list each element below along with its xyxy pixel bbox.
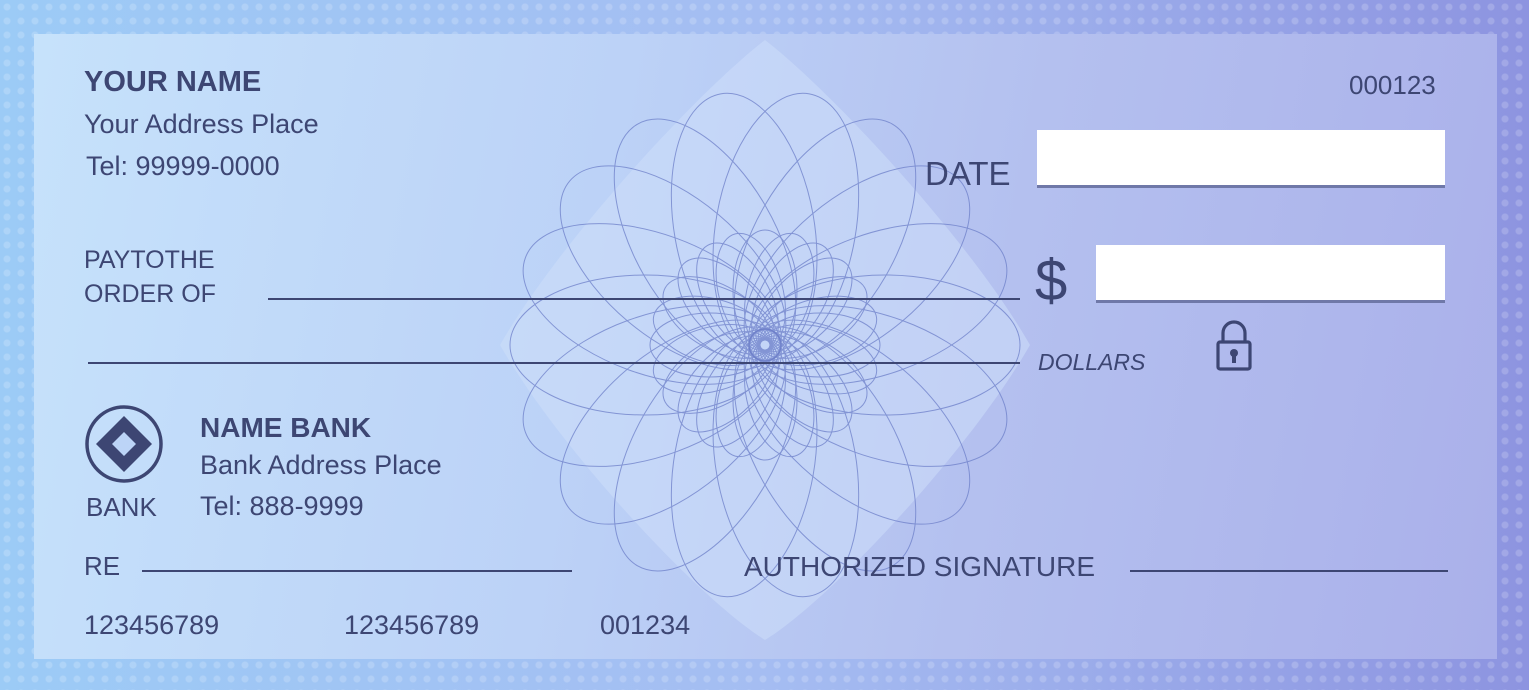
signature-line[interactable] [1130, 570, 1448, 572]
dollars-label: DOLLARS [1038, 349, 1146, 375]
micr-routing: 123456789 [84, 610, 220, 640]
pay-to-label-line1: PAYTOTHE [84, 246, 215, 274]
micr-account: 123456789 [344, 610, 480, 640]
payer-name: YOUR NAME [84, 66, 262, 98]
bank-tel: Tel: 888-9999 [200, 491, 364, 521]
pay-to-label-line2: ORDER OF [84, 280, 216, 308]
lock-icon [1216, 320, 1252, 371]
date-label: DATE [925, 155, 1011, 192]
guilloche-rosette [500, 40, 1030, 640]
amount-words-line[interactable] [88, 362, 1020, 364]
amount-field[interactable] [1096, 245, 1445, 303]
bank-name: NAME BANK [200, 412, 372, 443]
memo-label: RE [84, 551, 121, 581]
check: YOUR NAME Your Address Place Tel: 99999-… [0, 0, 1529, 690]
micr-check-number: 001234 [600, 610, 691, 640]
memo-line[interactable] [142, 570, 572, 572]
payer-tel: Tel: 99999-0000 [86, 151, 280, 181]
payee-line[interactable] [268, 298, 1020, 300]
signature-label: AUTHORIZED SIGNATURE [744, 551, 1096, 582]
bank-logo-icon [85, 405, 163, 483]
date-field[interactable] [1037, 130, 1445, 188]
bank-address: Bank Address Place [200, 450, 442, 480]
bank-logo-label: BANK [86, 492, 157, 522]
currency-symbol: $ [1035, 248, 1068, 313]
payer-address: Your Address Place [84, 109, 319, 139]
check-number: 000123 [1349, 70, 1436, 100]
